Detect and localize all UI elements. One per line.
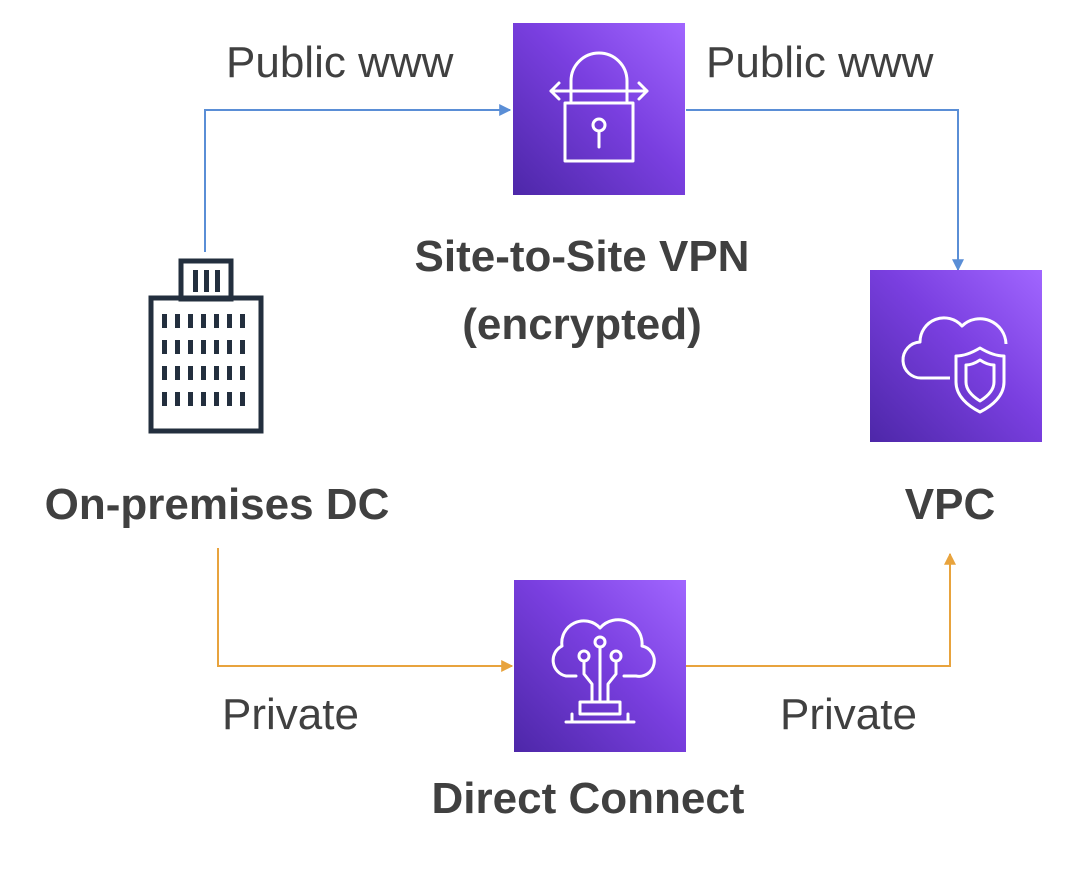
vpc-title: VPC xyxy=(904,480,996,529)
direct-connect-tile xyxy=(514,580,686,752)
top-right-link-label: Public www xyxy=(706,38,934,87)
public-link-onprem-to-vpn xyxy=(204,104,512,252)
office-building-icon xyxy=(148,258,264,434)
vpn-title-line2: (encrypted) xyxy=(462,300,702,349)
vpn-title-line1: Site-to-Site VPN xyxy=(414,232,750,281)
private-link-onprem-to-dx xyxy=(217,548,514,672)
bottom-right-link-label: Private xyxy=(780,690,917,739)
bottom-left-link-label: Private xyxy=(222,690,359,739)
vpn-tile xyxy=(513,23,685,195)
vpn-lock-icon xyxy=(549,51,649,163)
cloud-shield-icon xyxy=(901,316,1008,414)
direct-connect-title: Direct Connect xyxy=(431,774,745,823)
network-diagram: Public www Public www Private Private Si… xyxy=(0,0,1092,890)
vpc-tile xyxy=(870,270,1042,442)
top-left-link-label: Public www xyxy=(226,38,454,87)
private-link-dx-to-vpc xyxy=(686,552,956,667)
cloud-circuit-icon xyxy=(551,618,656,724)
onprem-title: On-premises DC xyxy=(44,480,390,529)
